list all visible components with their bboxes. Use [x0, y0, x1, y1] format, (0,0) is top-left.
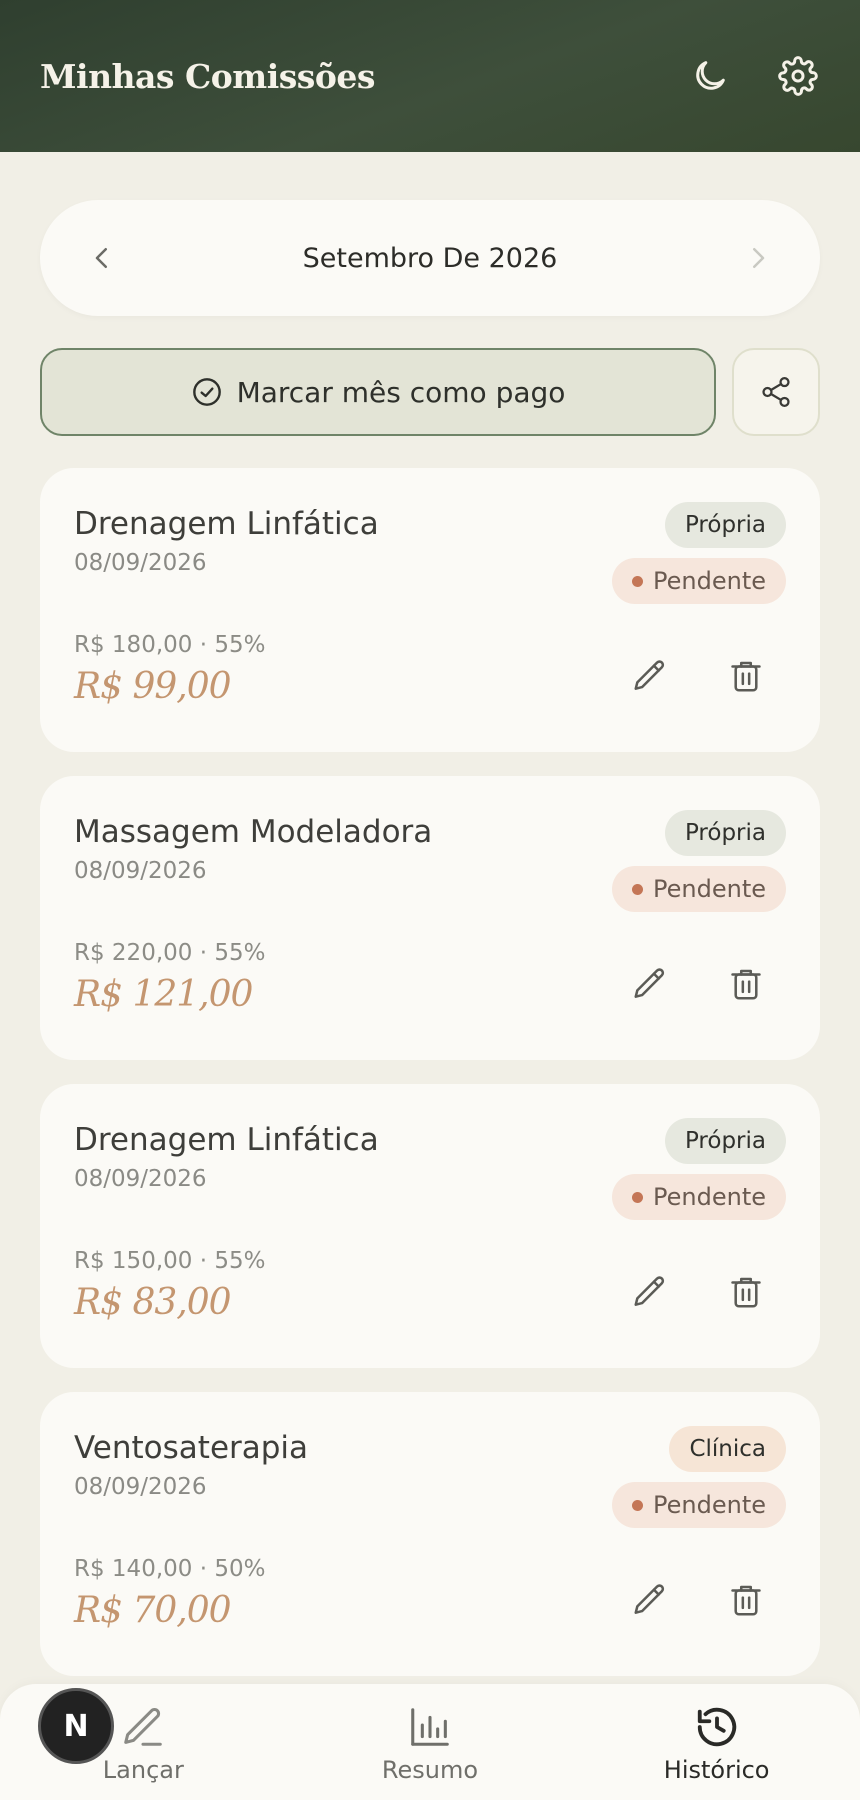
avatar[interactable]: N: [38, 1688, 114, 1764]
status-badge: Pendente: [612, 558, 786, 604]
trash-icon[interactable]: [722, 960, 770, 1008]
pencil-icon[interactable]: [626, 1268, 674, 1316]
list-item: Drenagem Linfática 08/09/2026 Própria Pe…: [40, 468, 820, 752]
commission-amount: R$ 121,00: [74, 974, 253, 1015]
list-item: Drenagem Linfática 08/09/2026 Própria Pe…: [40, 1084, 820, 1368]
status-dot: [632, 1191, 644, 1203]
mark-month-paid-button[interactable]: Marcar mês como pago: [40, 348, 716, 436]
commission-list: Drenagem Linfática 08/09/2026 Própria Pe…: [40, 468, 820, 1700]
bar-chart-icon: [411, 1708, 449, 1746]
nav-label: Histórico: [663, 1756, 770, 1784]
base-value: R$ 220,00 · 55%: [74, 940, 266, 966]
pencil-icon[interactable]: [626, 960, 674, 1008]
status-dot: [632, 575, 644, 587]
mark-paid-label: Marcar mês como pago: [236, 375, 566, 409]
nav-label: Lançar: [102, 1756, 184, 1784]
base-value: R$ 180,00 · 55%: [74, 632, 266, 658]
share-icon: [762, 376, 790, 408]
page-title: Minhas Comissões: [40, 56, 375, 96]
trash-icon[interactable]: [722, 652, 770, 700]
check-circle-icon: [192, 378, 221, 406]
nav-item-resumo[interactable]: Resumo: [330, 1704, 530, 1784]
nav-item-historico[interactable]: Histórico: [617, 1704, 817, 1784]
trash-icon[interactable]: [722, 1576, 770, 1624]
chevron-right-icon[interactable]: [740, 240, 776, 276]
base-value: R$ 150,00 · 55%: [74, 1248, 266, 1274]
status-label: Pendente: [653, 1183, 766, 1211]
pencil-icon: [124, 1708, 163, 1746]
commission-amount: R$ 70,00: [74, 1590, 232, 1631]
actions-row: Marcar mês como pago: [40, 348, 820, 436]
month-label: Setembro De 2026: [302, 242, 558, 274]
commission-amount: R$ 99,00: [74, 666, 232, 707]
nav-label: Resumo: [381, 1756, 479, 1784]
type-badge: Própria: [664, 502, 786, 548]
type-badge: Própria: [664, 810, 786, 856]
share-button[interactable]: [732, 348, 820, 436]
status-badge: Pendente: [612, 866, 786, 912]
type-badge: Própria: [664, 1118, 786, 1164]
status-badge: Pendente: [612, 1482, 786, 1528]
pencil-icon[interactable]: [626, 652, 674, 700]
status-dot: [632, 883, 644, 895]
status-label: Pendente: [653, 1491, 766, 1519]
base-value: R$ 140,00 · 50%: [74, 1556, 266, 1582]
status-badge: Pendente: [612, 1174, 786, 1220]
list-item: Massagem Modeladora 08/09/2026 Própria P…: [40, 776, 820, 1060]
history-icon: [697, 1707, 736, 1747]
type-badge: Clínica: [669, 1426, 786, 1472]
trash-icon[interactable]: [722, 1268, 770, 1316]
chevron-left-icon[interactable]: [84, 240, 120, 276]
app-header: Minhas Comissões: [0, 0, 860, 152]
status-label: Pendente: [653, 875, 766, 903]
bottom-nav: Lançar Resumo Histórico: [0, 1684, 860, 1800]
gear-icon[interactable]: [776, 54, 820, 98]
status-dot: [632, 1499, 644, 1511]
status-label: Pendente: [653, 567, 766, 595]
month-selector: Setembro De 2026: [40, 200, 820, 316]
commission-amount: R$ 83,00: [74, 1282, 232, 1323]
moon-icon[interactable]: [688, 54, 732, 98]
pencil-icon[interactable]: [626, 1576, 674, 1624]
list-item: Ventosaterapia 08/09/2026 Clínica Penden…: [40, 1392, 820, 1676]
